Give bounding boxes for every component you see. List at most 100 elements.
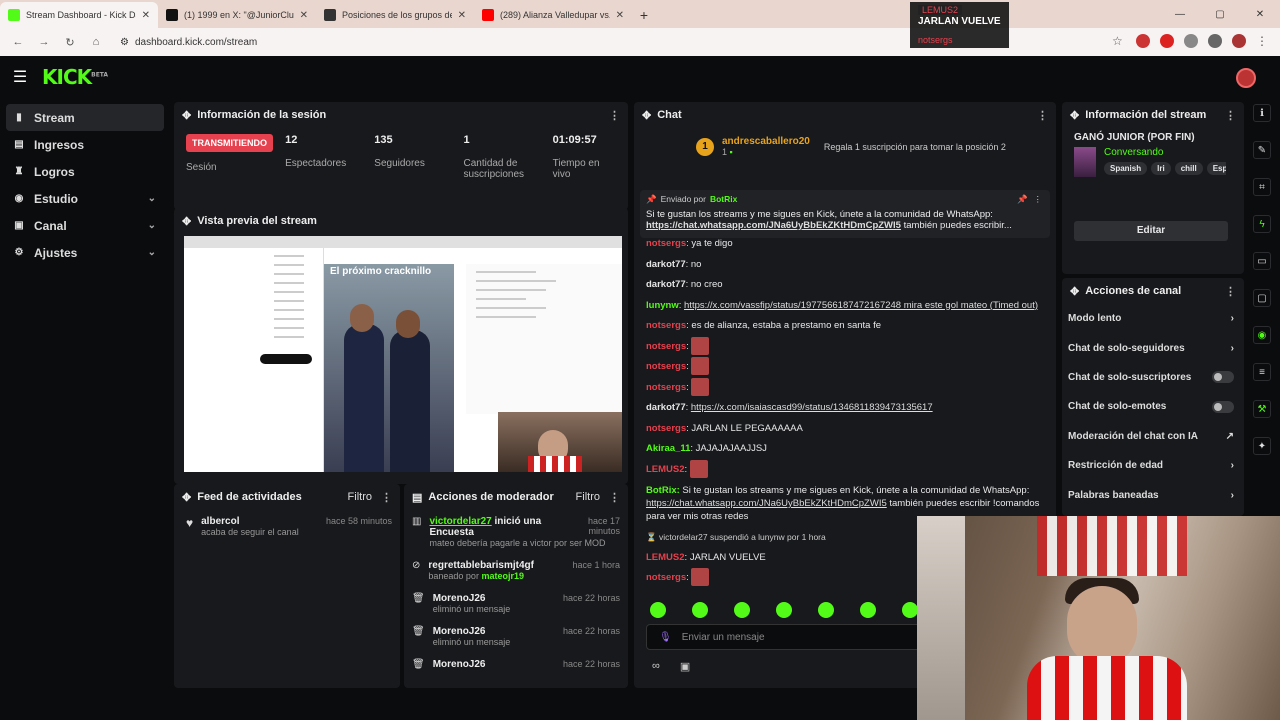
forward-icon[interactable]: → xyxy=(34,32,54,52)
move-icon[interactable]: ✥ xyxy=(642,109,651,122)
chat-username[interactable]: BotRix: xyxy=(646,485,682,496)
mod-user[interactable]: MorenoJ26 xyxy=(433,659,486,670)
maximize-icon[interactable]: ▢ xyxy=(1200,0,1240,28)
stream-preview-video[interactable]: El próximo cracknillo xyxy=(184,236,622,472)
gift-cta[interactable]: Regala 1 suscripción para tomar la posic… xyxy=(824,142,1006,152)
mod-by-user[interactable]: mateojr19 xyxy=(481,571,524,581)
toggle-switch[interactable] xyxy=(1212,371,1234,384)
site-info-icon[interactable]: ⚙ xyxy=(120,37,129,48)
sidebar-item-stream[interactable]: ▮ Stream xyxy=(6,104,164,131)
chat-username[interactable]: lunynw xyxy=(646,300,679,311)
chat-username[interactable]: darkot77 xyxy=(646,259,686,270)
chat-link[interactable]: https://chat.whatsapp.com/JNa6UyBbEkZKtH… xyxy=(646,498,887,509)
mod-user[interactable]: victordelar27 xyxy=(429,516,491,527)
stream-tag[interactable]: lri xyxy=(1151,162,1171,175)
browser-tab[interactable]: Posiciones de los grupos de Lig ✕ xyxy=(316,2,474,28)
chat-username[interactable]: darkot77 xyxy=(646,402,686,413)
chat-username[interactable]: notsergs xyxy=(646,382,686,393)
close-icon[interactable]: ✕ xyxy=(458,10,466,21)
mod-user[interactable]: MorenoJ26 xyxy=(433,593,486,604)
broadcast-icon[interactable]: ◉ xyxy=(1253,326,1271,344)
extension-icon[interactable] xyxy=(1160,34,1174,48)
home-icon[interactable]: ⌂ xyxy=(86,32,106,52)
mod-user[interactable]: regrettablebarismjt4gf xyxy=(428,560,534,571)
action-ai-moderation[interactable]: Moderación del chat con IA ↗ xyxy=(1062,422,1244,451)
more-icon[interactable]: ⋮ xyxy=(1037,109,1048,122)
user-avatar[interactable] xyxy=(1236,68,1256,88)
sidebar-item-canal[interactable]: ▣ Canal ⌄ xyxy=(6,212,164,239)
chat-username[interactable]: notsergs xyxy=(646,423,686,434)
close-icon[interactable]: ✕ xyxy=(300,10,308,21)
move-icon[interactable]: ✥ xyxy=(182,491,191,504)
mod-user[interactable]: MorenoJ26 xyxy=(433,626,486,637)
extension-icon[interactable] xyxy=(1136,34,1150,48)
bolt-icon[interactable]: ϟ xyxy=(1253,215,1271,233)
emote-icon[interactable] xyxy=(734,602,750,618)
activity-user[interactable]: albercol xyxy=(201,516,239,527)
chat-input[interactable]: 🎙 Enviar un mensaje xyxy=(646,624,946,650)
chat-bubble-icon[interactable]: ▢ xyxy=(1253,289,1271,307)
move-icon[interactable]: ✥ xyxy=(182,215,191,228)
stream-category[interactable]: Conversando xyxy=(1104,147,1226,158)
kick-logo[interactable]: KICKBETA xyxy=(42,65,108,89)
menu-dots-icon[interactable]: ⋮ xyxy=(1256,34,1270,48)
new-tab-button[interactable]: + xyxy=(632,2,656,28)
back-icon[interactable]: ← xyxy=(8,32,28,52)
chat-username[interactable]: notsergs xyxy=(646,238,686,249)
sidebar-item-ingresos[interactable]: ▤ Ingresos xyxy=(6,131,164,158)
more-icon[interactable]: ⋮ xyxy=(609,491,620,504)
doc-icon[interactable]: ▭ xyxy=(1253,252,1271,270)
move-icon[interactable]: ▤ xyxy=(412,491,422,504)
sparkle-icon[interactable]: ✦ xyxy=(1253,437,1271,455)
emote-icon[interactable] xyxy=(860,602,876,618)
infinity-icon[interactable]: ∞ xyxy=(652,660,660,673)
chat-username[interactable]: notsergs xyxy=(646,341,686,352)
close-window-icon[interactable]: ✕ xyxy=(1240,0,1280,28)
chat-username[interactable]: LEMUS2 xyxy=(646,552,685,563)
microphone-icon[interactable]: 🎙 xyxy=(659,632,672,643)
browser-tab[interactable]: (289) Alianza Valledupar vs. Jun ✕ xyxy=(474,2,632,28)
toggle-switch[interactable] xyxy=(1212,400,1234,413)
browser-tab[interactable]: (1) 1999 en X: "@JuniorClubSA" ✕ xyxy=(158,2,316,28)
stream-tag[interactable]: Espa xyxy=(1206,162,1226,175)
pinned-link[interactable]: https://chat.whatsapp.com/JNa6UyBbEkZKtH… xyxy=(646,220,901,231)
filter-button[interactable]: Filtro xyxy=(348,491,372,503)
move-icon[interactable]: ✥ xyxy=(1070,285,1079,298)
more-icon[interactable]: ⋮ xyxy=(1225,285,1236,298)
chat-text[interactable]: https://x.com/vassfip/status/19775661874… xyxy=(684,300,1038,311)
gift-user[interactable]: andrescaballero20 xyxy=(722,136,810,147)
info-icon[interactable]: ℹ xyxy=(1253,104,1271,122)
stream-tag[interactable]: chill xyxy=(1174,162,1203,175)
wrench-icon[interactable]: ⚒ xyxy=(1253,400,1271,418)
chat-username[interactable]: notsergs xyxy=(646,361,686,372)
edit-button[interactable]: Editar xyxy=(1074,221,1228,241)
list-icon[interactable]: ≡ xyxy=(1253,363,1271,381)
chat-username[interactable]: notsergs xyxy=(646,320,686,331)
emote-icon[interactable] xyxy=(776,602,792,618)
close-icon[interactable]: ✕ xyxy=(142,10,150,21)
sidebar-item-logros[interactable]: ♜ Logros xyxy=(6,158,164,185)
url-field[interactable]: ⚙ dashboard.kick.com/stream xyxy=(120,37,257,48)
chat-text[interactable]: https://x.com/isaiascasd99/status/134681… xyxy=(691,402,933,413)
emote-icon[interactable] xyxy=(692,602,708,618)
move-icon[interactable]: ✥ xyxy=(182,109,191,122)
action-followers-only[interactable]: Chat de solo-seguidores › xyxy=(1062,333,1244,362)
filter-button[interactable]: Filtro xyxy=(576,491,600,503)
emote-icon[interactable] xyxy=(818,602,834,618)
more-icon[interactable]: ⋮ xyxy=(609,109,620,122)
stream-tag[interactable]: Spanish xyxy=(1104,162,1148,175)
chat-username[interactable]: notsergs xyxy=(646,572,686,583)
unpin-icon[interactable]: 📌 xyxy=(1017,194,1028,205)
emote-icon[interactable] xyxy=(902,602,918,618)
sidebar-item-ajustes[interactable]: ⚙ Ajustes ⌄ xyxy=(6,239,164,266)
more-icon[interactable]: ⋮ xyxy=(381,491,392,504)
crop-icon[interactable]: ⌗ xyxy=(1253,178,1271,196)
action-banned-words[interactable]: Palabras baneadas › xyxy=(1062,480,1244,509)
chat-username[interactable]: darkot77 xyxy=(646,279,686,290)
sidebar-item-estudio[interactable]: ◉ Estudio ⌄ xyxy=(6,185,164,212)
bookmark-star-icon[interactable]: ☆ xyxy=(1112,34,1126,48)
chat-username[interactable]: LEMUS2 xyxy=(646,464,685,475)
action-age-restriction[interactable]: Restricción de edad › xyxy=(1062,451,1244,480)
action-emotes-only[interactable]: Chat de solo-emotes xyxy=(1062,392,1244,421)
minimize-icon[interactable]: — xyxy=(1160,0,1200,28)
